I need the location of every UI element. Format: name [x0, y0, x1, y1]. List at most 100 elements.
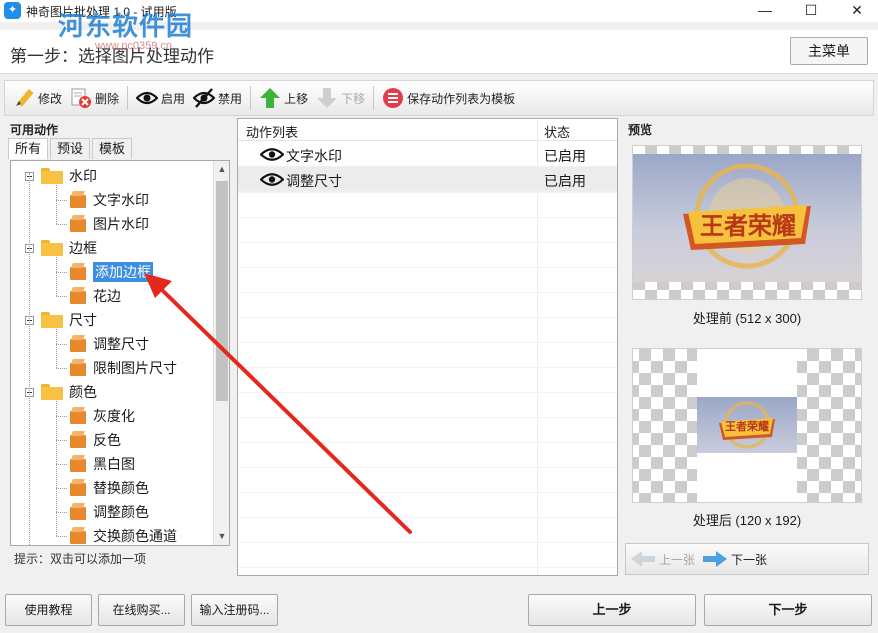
next-step-button[interactable]: 下一步	[704, 594, 872, 626]
before-logo-text: 王者荣耀	[700, 211, 796, 240]
empty-row-line	[238, 442, 617, 443]
before-caption: 处理前 (512 x 300)	[692, 311, 802, 326]
tab-templates[interactable]: 模板	[92, 138, 133, 159]
prev-image-label: 上一张	[659, 552, 696, 567]
save-template-label: 保存动作列表为模板	[407, 91, 516, 106]
tree-scrollbar[interactable]: ▲ ▼	[213, 161, 229, 545]
tree-connector	[56, 329, 57, 368]
tree-item[interactable]: 添加边框	[69, 261, 153, 283]
tree-item[interactable]: 调整颜色	[69, 501, 149, 523]
action-list-row[interactable]: 文字水印 已启用	[238, 142, 617, 167]
empty-row-line	[238, 217, 617, 218]
tree-item[interactable]: 黑白图	[69, 453, 135, 475]
tree-item[interactable]: 反色	[69, 429, 121, 451]
tree-label: 图片水印	[93, 216, 149, 232]
empty-row-line	[238, 367, 617, 368]
action-list-row[interactable]: 调整尺寸 已启用	[238, 167, 617, 192]
tree-folder[interactable]: 水印	[25, 165, 97, 187]
tree-label: 限制图片尺寸	[93, 360, 177, 376]
eye-icon	[135, 87, 159, 109]
eye-slash-icon	[192, 87, 216, 109]
available-actions-panel: 可用动作 所有 预设 模板 水印 文字水印 图片水印 边框 添加边框 花边 尺寸 调整尺寸 限制…	[4, 118, 232, 574]
disable-label: 禁用	[218, 91, 243, 106]
tree-connector	[56, 401, 57, 536]
move-up-button[interactable]: 上移	[255, 83, 312, 113]
move-down-label: 下移	[341, 91, 366, 106]
delete-button[interactable]: 删除	[66, 83, 123, 113]
tree-connector	[56, 272, 67, 273]
tree-label: 替换颜色	[93, 480, 149, 496]
disable-button[interactable]: 禁用	[189, 83, 246, 113]
close-icon[interactable]: ✕	[834, 0, 878, 22]
tree-folder[interactable]: 尺寸	[25, 309, 97, 331]
tree-label: 调整尺寸	[93, 336, 149, 352]
prev-step-button[interactable]: 上一步	[528, 594, 696, 626]
eye-icon[interactable]	[260, 147, 284, 162]
register-code-button[interactable]: 输入注册码...	[191, 594, 278, 626]
empty-row-line	[238, 392, 617, 393]
prev-image-button[interactable]: 上一张	[630, 550, 695, 568]
toolbar-divider	[373, 86, 375, 110]
eye-icon[interactable]	[260, 172, 284, 187]
enable-button[interactable]: 启用	[132, 83, 189, 113]
save-template-button[interactable]: 保存动作列表为模板	[378, 83, 519, 113]
scroll-up-icon[interactable]: ▲	[217, 164, 227, 174]
watermark-url: www.pc0359.cn	[95, 40, 173, 52]
tab-all[interactable]: 所有	[8, 138, 49, 159]
tree-folder[interactable]: 颜色	[25, 381, 97, 403]
app-icon: ✦	[4, 2, 21, 19]
edit-button[interactable]: 修改	[9, 83, 66, 113]
empty-row-line	[238, 567, 617, 568]
tree-item[interactable]: 限制图片尺寸	[69, 357, 177, 379]
arrow-up-icon	[259, 87, 281, 109]
tree-item[interactable]: 灰度化	[69, 405, 135, 427]
minimize-icon[interactable]: —	[742, 0, 788, 22]
tutorial-button[interactable]: 使用教程	[5, 594, 92, 626]
action-cube-icon	[69, 287, 87, 305]
empty-row-line	[238, 192, 617, 193]
folder-icon	[41, 312, 63, 328]
hint-text: 提示：双击可以添加一项	[14, 552, 147, 566]
tree-folder[interactable]: 边框	[25, 237, 97, 259]
enable-label: 启用	[161, 91, 186, 106]
action-cube-icon	[69, 359, 87, 377]
delete-icon	[70, 87, 92, 109]
main-menu-button[interactable]: 主菜单	[790, 37, 868, 65]
maximize-icon[interactable]: ☐	[788, 0, 834, 22]
scrollbar-thumb[interactable]	[216, 181, 228, 401]
action-toolbar: 修改 删除 启用 禁用 上移 下移 保存动作列表为模板	[4, 80, 874, 116]
tree-item[interactable]: 交换颜色通道	[69, 525, 177, 545]
action-cube-icon	[69, 455, 87, 473]
empty-row-line	[238, 267, 617, 268]
buy-online-button[interactable]: 在线购买...	[98, 594, 185, 626]
tree-label: 交换颜色通道	[93, 528, 177, 544]
move-down-button[interactable]: 下移	[312, 83, 369, 113]
before-image-content: 王者荣耀	[633, 154, 861, 282]
arrow-right-icon	[703, 551, 727, 567]
next-image-label: 下一张	[731, 552, 768, 567]
preview-after-image: 王者荣耀	[632, 348, 862, 503]
tree-label: 灰度化	[93, 408, 135, 424]
tree-label: 黑白图	[93, 456, 135, 472]
pencil-icon	[13, 87, 35, 109]
empty-row-line	[238, 292, 617, 293]
column-status[interactable]: 状态	[544, 122, 570, 141]
tree-connector	[56, 185, 57, 224]
action-cube-icon	[69, 503, 87, 521]
tree-item[interactable]: 图片水印	[69, 213, 149, 235]
edit-label: 修改	[38, 91, 63, 106]
column-action[interactable]: 动作列表	[246, 122, 298, 141]
tab-presets[interactable]: 预设	[50, 138, 91, 159]
action-cube-icon	[69, 479, 87, 497]
after-logo-text: 王者荣耀	[725, 421, 769, 433]
action-name: 文字水印	[286, 148, 342, 164]
tree-item[interactable]: 花边	[69, 285, 121, 307]
tree-label: 反色	[93, 432, 121, 448]
action-cube-icon	[69, 431, 87, 449]
tree-connector	[56, 536, 67, 537]
next-image-button[interactable]: 下一张	[702, 550, 767, 568]
tree-item[interactable]: 调整尺寸	[69, 333, 149, 355]
scroll-down-icon[interactable]: ▼	[217, 531, 227, 541]
tree-item[interactable]: 替换颜色	[69, 477, 149, 499]
tree-item[interactable]: 文字水印	[69, 189, 149, 211]
